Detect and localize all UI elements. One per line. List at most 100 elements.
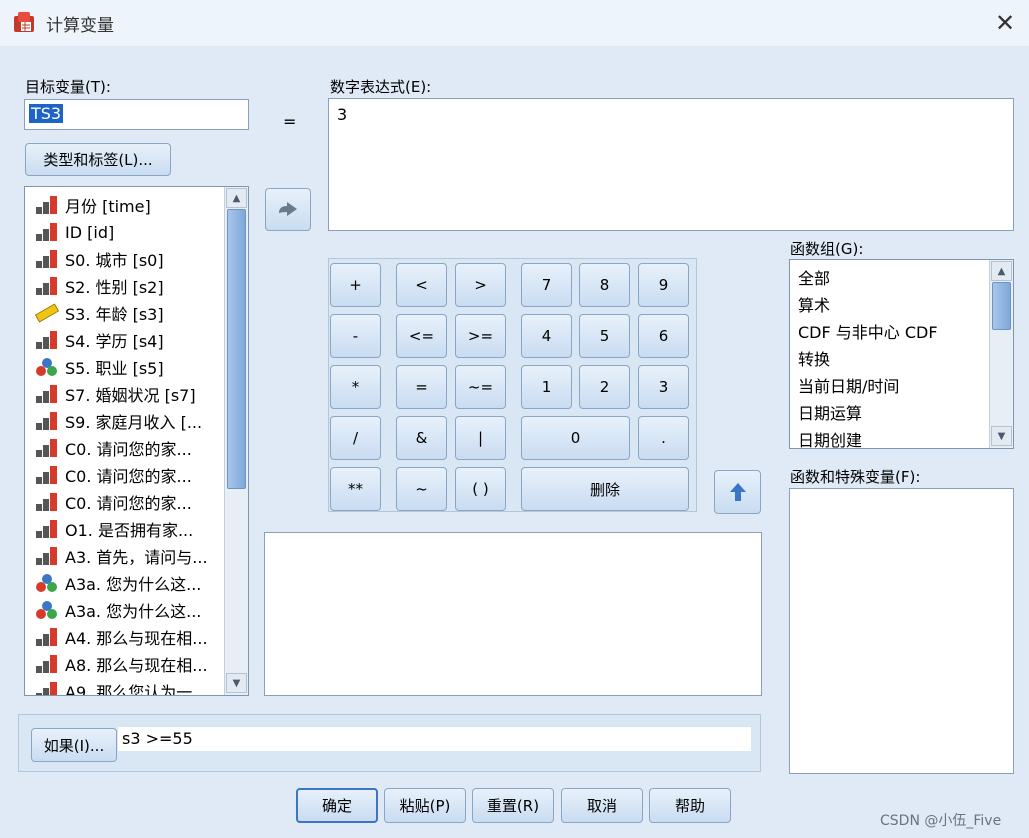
function-group-item[interactable]: 日期创建: [798, 426, 862, 448]
reset-button[interactable]: 重置(R): [472, 788, 554, 823]
variable-name: S5. 职业 [s5]: [65, 359, 164, 378]
variable-list-item[interactable]: 月份 [time]: [35, 192, 151, 218]
cancel-button[interactable]: 取消: [561, 788, 643, 823]
function-description-area: [264, 532, 762, 696]
variable-list-item[interactable]: ID [id]: [35, 219, 114, 245]
variable-list-item[interactable]: A4. 那么与现在相...: [35, 624, 208, 650]
calc-key-n3[interactable]: 3: [638, 365, 689, 409]
equals-sign: =: [283, 112, 297, 131]
calc-key-ne[interactable]: ~=: [455, 365, 506, 409]
calc-key-n6[interactable]: 6: [638, 314, 689, 358]
variable-name: S4. 学历 [s4]: [65, 332, 164, 351]
function-group-item[interactable]: 日期运算: [798, 399, 862, 425]
function-group-item[interactable]: 全部: [798, 264, 830, 290]
calc-key-and[interactable]: &: [396, 416, 447, 460]
calc-key-gt[interactable]: >: [455, 263, 506, 307]
variable-list-item[interactable]: A3a. 您为什么这...: [35, 570, 201, 596]
functions-special-variables-list[interactable]: [789, 488, 1014, 774]
calc-key-minus[interactable]: -: [330, 314, 381, 358]
paste-button[interactable]: 粘贴(P): [384, 788, 466, 823]
variable-name: A3a. 您为什么这...: [65, 575, 202, 594]
calc-key-not[interactable]: ~: [396, 467, 447, 511]
if-button[interactable]: 如果(I)...: [31, 728, 117, 762]
insert-function-button[interactable]: [714, 470, 761, 514]
calc-key-n4[interactable]: 4: [521, 314, 572, 358]
function-group-item[interactable]: 算术: [798, 291, 830, 317]
variable-name: A3a. 您为什么这...: [65, 602, 202, 621]
calc-key-eq[interactable]: =: [396, 365, 447, 409]
variable-list[interactable]: 月份 [time] ID [id] S0. 城市 [s0] S2. 性别 [s2] S3…: [24, 186, 249, 696]
move-variable-button[interactable]: [265, 188, 311, 231]
calc-key-plus[interactable]: +: [330, 263, 381, 307]
variable-list-item[interactable]: S5. 职业 [s5]: [35, 354, 164, 380]
scroll-up-icon[interactable]: ▲: [991, 261, 1012, 281]
calc-key-ge[interactable]: >=: [455, 314, 506, 358]
function-group-item[interactable]: 当前日期/时间: [798, 372, 899, 398]
scroll-down-icon[interactable]: ▼: [226, 673, 247, 693]
calc-key-n5[interactable]: 5: [579, 314, 630, 358]
variable-list-item[interactable]: S7. 婚姻状况 [s7]: [35, 381, 196, 407]
ok-button[interactable]: 确定: [296, 788, 378, 823]
variable-list-item[interactable]: A8. 那么与现在相...: [35, 651, 208, 677]
calc-key-n7[interactable]: 7: [521, 263, 572, 307]
variable-list-item[interactable]: A3. 首先，请问与...: [35, 543, 208, 569]
function-group-item[interactable]: CDF 与非中心 CDF: [798, 318, 938, 344]
nominal-variable-icon: [35, 600, 59, 620]
calc-key-n8[interactable]: 8: [579, 263, 630, 307]
variable-name: A9. 那么您认为一...: [65, 683, 208, 696]
variable-list-item[interactable]: S2. 性别 [s2]: [35, 273, 164, 299]
close-icon[interactable]: ✕: [990, 8, 1020, 38]
calc-key-n2[interactable]: 2: [579, 365, 630, 409]
scroll-thumb[interactable]: [992, 282, 1011, 330]
arrow-up-icon: [729, 483, 746, 501]
scroll-up-icon[interactable]: ▲: [226, 188, 247, 208]
numeric-expression-label: 数字表达式(E):: [330, 78, 432, 96]
variable-list-item[interactable]: S0. 城市 [s0]: [35, 246, 164, 272]
title-bar: [0, 0, 1029, 46]
calc-key-mult[interactable]: *: [330, 365, 381, 409]
function-group-scrollbar[interactable]: ▲ ▼: [989, 260, 1013, 448]
scale-variable-icon: [35, 681, 59, 695]
calc-key-delete[interactable]: 删除: [521, 467, 689, 511]
calc-key-n0[interactable]: 0: [521, 416, 630, 460]
variable-name: A3. 首先，请问与...: [65, 548, 208, 567]
scale-variable-icon: [35, 330, 59, 350]
function-group-list[interactable]: 全部 算术 CDF 与非中心 CDF 转换 当前日期/时间 日期运算 日期创建 ▲ ▼: [789, 259, 1014, 449]
calc-key-or[interactable]: |: [455, 416, 506, 460]
calc-key-lt[interactable]: <: [396, 263, 447, 307]
variable-name: S7. 婚姻状况 [s7]: [65, 386, 196, 405]
variable-list-item[interactable]: C0. 请问您的家...: [35, 489, 192, 515]
watermark-text: CSDN @小伍_Five: [880, 813, 1002, 829]
variable-list-item[interactable]: C0. 请问您的家...: [35, 435, 192, 461]
variable-list-item[interactable]: S3. 年龄 [s3]: [34, 300, 164, 326]
target-variable-value: TS3: [29, 104, 64, 123]
calc-key-dot[interactable]: .: [638, 416, 689, 460]
nominal-variable-icon: [35, 357, 59, 377]
if-condition-text: s3 >=55: [118, 727, 751, 751]
calc-key-div[interactable]: /: [330, 416, 381, 460]
calc-key-pow[interactable]: **: [330, 467, 381, 511]
scale-variable-icon: [35, 546, 59, 566]
scale-variable-icon: [35, 222, 59, 242]
scale-variable-icon: [35, 654, 59, 674]
numeric-expression-input[interactable]: 3: [328, 98, 1014, 231]
variable-list-scrollbar[interactable]: ▲ ▼: [224, 187, 248, 695]
variable-list-item[interactable]: O1. 是否拥有家...: [35, 516, 193, 542]
calc-key-n1[interactable]: 1: [521, 365, 572, 409]
calc-key-paren[interactable]: ( ): [455, 467, 506, 511]
variable-list-item[interactable]: A3a. 您为什么这...: [35, 597, 201, 623]
calc-key-n9[interactable]: 9: [638, 263, 689, 307]
scroll-down-icon[interactable]: ▼: [991, 426, 1012, 446]
window-title: 计算变量: [46, 16, 114, 36]
variable-list-item[interactable]: S4. 学历 [s4]: [35, 327, 164, 353]
variable-list-item[interactable]: C0. 请问您的家...: [35, 462, 192, 488]
variable-list-item[interactable]: A9. 那么您认为一...: [35, 678, 208, 696]
type-and-label-button[interactable]: 类型和标签(L)...: [25, 143, 171, 176]
calc-key-le[interactable]: <=: [396, 314, 447, 358]
variable-name: A4. 那么与现在相...: [65, 629, 208, 648]
help-button[interactable]: 帮助: [649, 788, 731, 823]
function-group-item[interactable]: 转换: [798, 345, 830, 371]
scroll-thumb[interactable]: [227, 209, 246, 489]
target-variable-input[interactable]: TS3: [24, 99, 249, 130]
variable-list-item[interactable]: S9. 家庭月收入 [...: [35, 408, 202, 434]
